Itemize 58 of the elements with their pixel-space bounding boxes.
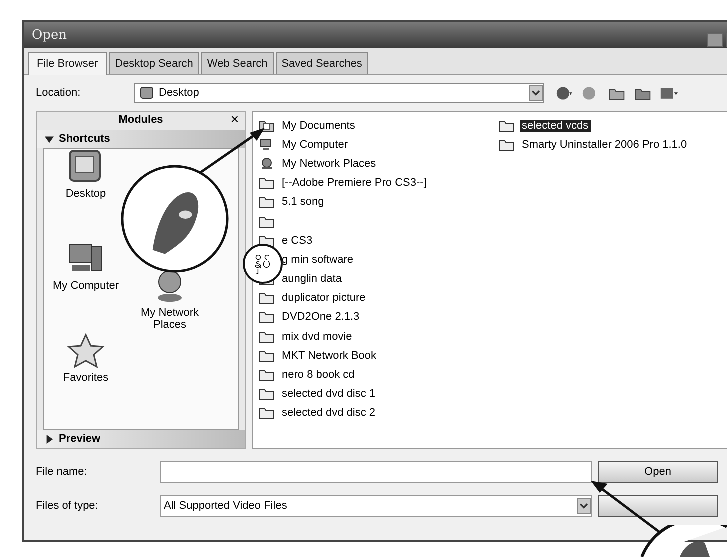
folder-icon bbox=[259, 369, 275, 382]
file-item[interactable]: nero 8 book cd bbox=[280, 369, 357, 382]
tab[interactable]: Saved Searches bbox=[276, 52, 368, 74]
file-item[interactable]: MKT Network Book bbox=[280, 350, 379, 362]
file-name-label: File name: bbox=[36, 466, 88, 478]
file-item[interactable]: My Network Places bbox=[280, 158, 378, 170]
collapsed-arrow-icon bbox=[45, 434, 54, 444]
file-item[interactable]: g min software bbox=[280, 254, 356, 266]
file-item[interactable]: selected dvd disc 1 bbox=[280, 388, 378, 400]
folder-icon bbox=[259, 196, 275, 208]
file-item[interactable]: My Documents bbox=[280, 120, 358, 132]
dialog-button[interactable] bbox=[598, 495, 718, 517]
file-name-field[interactable] bbox=[160, 461, 592, 483]
star-icon bbox=[66, 333, 106, 369]
file-item[interactable]: e CS3 bbox=[280, 234, 315, 247]
folder-icon bbox=[499, 120, 515, 132]
folder-icon bbox=[259, 311, 275, 324]
tab[interactable]: Desktop Search bbox=[109, 52, 200, 74]
folder-icon bbox=[259, 216, 275, 228]
section-header[interactable]: Preview bbox=[37, 430, 245, 448]
network-icon bbox=[259, 158, 275, 170]
folder-icon bbox=[259, 177, 275, 190]
file-item[interactable]: 5.1 song bbox=[280, 196, 326, 208]
file-item[interactable]: Smarty Uninstaller 2006 Pro 1.1.0 bbox=[520, 138, 690, 151]
expanded-arrow-icon bbox=[45, 134, 54, 144]
file-item[interactable]: DVD2One 2.1.3 bbox=[280, 311, 362, 324]
file-type-label: Files of type: bbox=[36, 500, 100, 512]
file-item[interactable]: selected dvd disc 2 bbox=[280, 407, 378, 420]
location-label: Location: bbox=[36, 87, 82, 99]
location-dropdown[interactable]: Desktop bbox=[134, 83, 544, 103]
file-item[interactable]: mix dvd movie bbox=[280, 330, 354, 343]
folder-icon bbox=[259, 330, 275, 343]
back-icon[interactable] bbox=[556, 86, 574, 100]
folder-icon bbox=[259, 292, 275, 304]
folder-icon bbox=[259, 388, 275, 400]
file-item[interactable]: My Computer bbox=[280, 138, 350, 151]
folder-icon bbox=[259, 350, 275, 362]
file-type-dropdown[interactable]: All Supported Video Files bbox=[160, 495, 592, 517]
folder-icon bbox=[259, 407, 275, 420]
tab[interactable]: File Browser bbox=[28, 52, 108, 75]
window-title: Open bbox=[32, 28, 68, 42]
panel-title: Modules bbox=[118, 114, 164, 126]
file-item[interactable]: aunglin data bbox=[280, 273, 344, 286]
shortcut-label[interactable]: My Computer bbox=[52, 280, 120, 292]
file-item[interactable]: [--Adobe Premiere Pro CS3--] bbox=[280, 177, 429, 190]
folder-icon bbox=[499, 138, 515, 151]
tab[interactable]: Web Search bbox=[201, 52, 274, 74]
section-header[interactable]: Shortcuts bbox=[37, 130, 245, 148]
close-button[interactable]: × bbox=[230, 112, 239, 126]
file-item[interactable]: selected vcds bbox=[520, 120, 591, 132]
desktop-icon bbox=[139, 87, 155, 99]
open-button[interactable]: Open bbox=[598, 461, 718, 483]
file-item[interactable]: duplicator picture bbox=[280, 292, 368, 304]
document-folder-icon bbox=[259, 120, 275, 132]
shortcut-label[interactable]: Desktop bbox=[66, 188, 106, 200]
shortcut-label[interactable]: My Network Places bbox=[130, 307, 210, 331]
view-menu-icon[interactable] bbox=[660, 86, 678, 100]
shortcut-label[interactable]: Favorites bbox=[63, 372, 109, 384]
